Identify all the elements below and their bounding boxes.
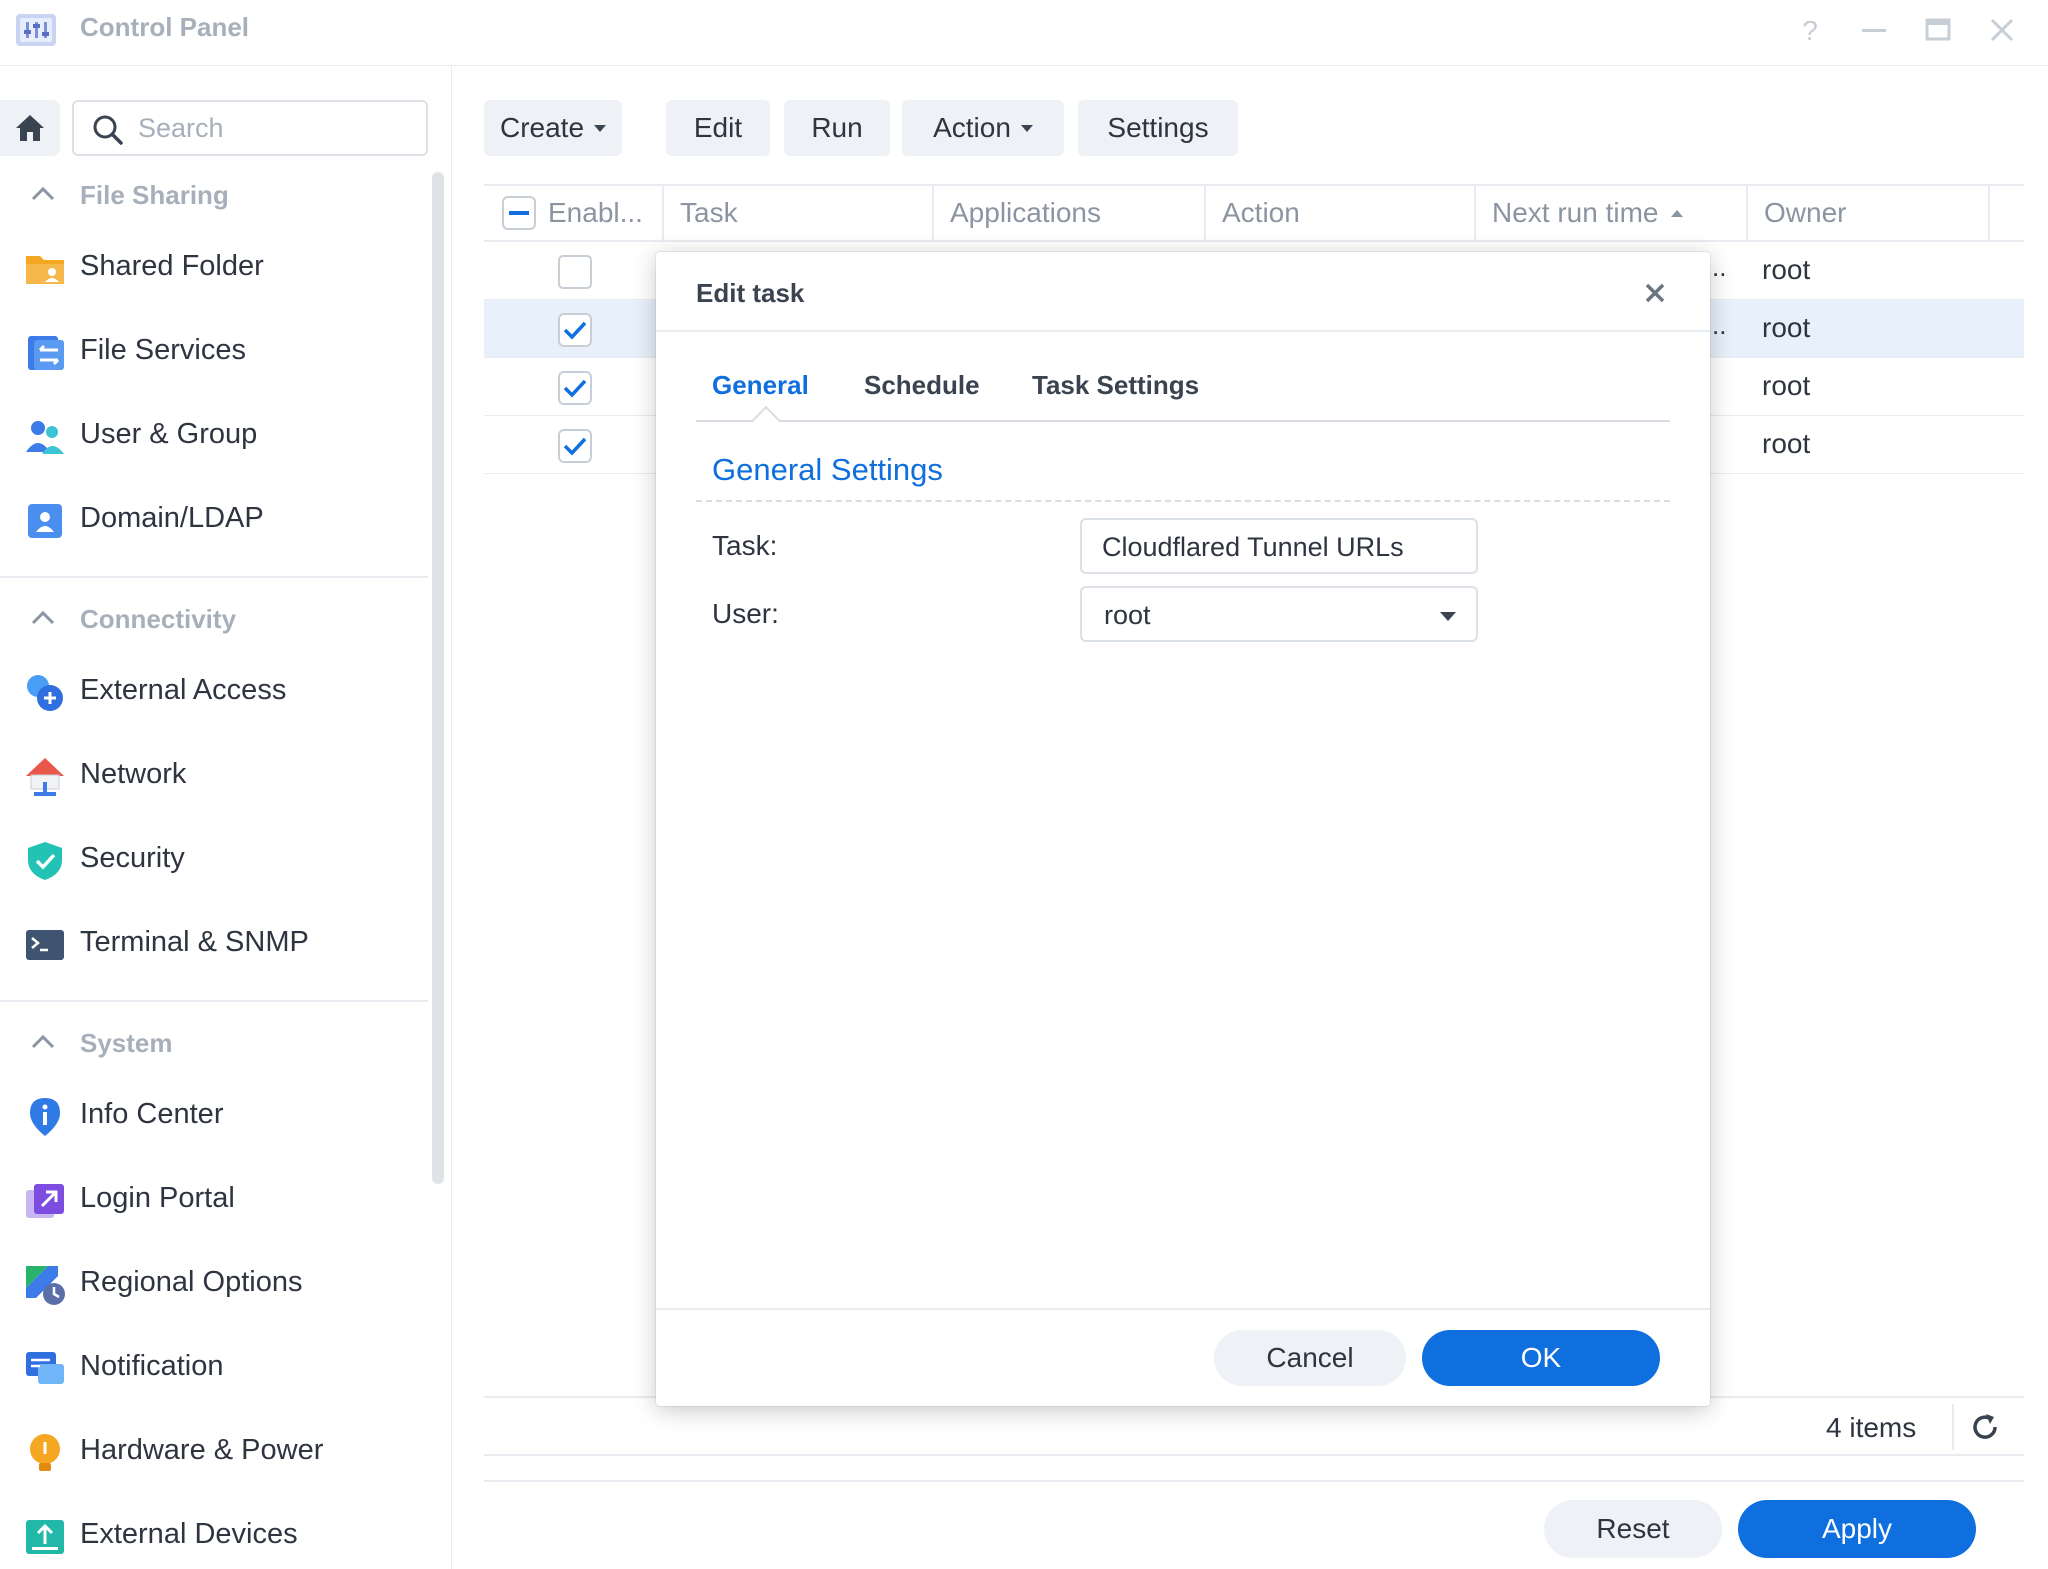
tab-general[interactable]: General xyxy=(712,370,809,401)
row-checkbox-checked[interactable] xyxy=(558,313,592,347)
sidebar-item-shared-folder[interactable]: Shared Folder xyxy=(0,230,430,306)
task-field[interactable] xyxy=(1080,518,1478,574)
close-icon[interactable] xyxy=(1640,278,1670,308)
search-input[interactable] xyxy=(138,112,408,144)
tab-schedule[interactable]: Schedule xyxy=(864,370,980,401)
row-checkbox[interactable] xyxy=(558,255,592,289)
sidebar-item-security[interactable]: Security xyxy=(0,822,430,898)
group-header-file-sharing[interactable]: File Sharing xyxy=(0,166,430,226)
control-panel-icon xyxy=(16,14,56,46)
sidebar-item-info-center[interactable]: Info Center xyxy=(0,1078,430,1154)
file-services-icon xyxy=(28,336,64,370)
caret-down-icon xyxy=(594,124,607,132)
task-label: Task: xyxy=(712,530,778,561)
group-divider xyxy=(0,576,428,578)
dialog-title: Edit task xyxy=(696,278,805,308)
col-applications[interactable]: Applications xyxy=(934,186,1206,240)
login-portal-icon xyxy=(26,1184,64,1218)
apply-button[interactable]: Apply xyxy=(1738,1500,1976,1558)
col-enabled[interactable]: Enabl... xyxy=(484,186,664,240)
user-select[interactable]: root xyxy=(1080,586,1478,642)
ok-button[interactable]: OK xyxy=(1422,1330,1660,1386)
edit-task-dialog: Edit task General Schedule Task Settings… xyxy=(656,252,1710,1406)
edit-button[interactable]: Edit xyxy=(666,100,770,156)
maximize-icon[interactable] xyxy=(1918,10,1958,50)
title-bar: Control Panel ? xyxy=(0,0,2048,66)
close-icon[interactable] xyxy=(1982,10,2022,50)
info-center-icon xyxy=(30,1098,60,1136)
row-checkbox-checked[interactable] xyxy=(558,429,592,463)
col-owner[interactable]: Owner xyxy=(1748,186,1990,240)
terminal-icon xyxy=(26,930,64,960)
group-header-system[interactable]: System xyxy=(0,1014,430,1074)
sidebar-item-network[interactable]: Network xyxy=(0,738,430,814)
hardware-power-icon xyxy=(30,1434,60,1471)
minimize-icon[interactable] xyxy=(1854,10,1894,50)
sidebar-item-domain-ldap[interactable]: Domain/LDAP xyxy=(0,482,430,558)
dialog-footer-divider xyxy=(656,1308,1710,1310)
dialog-header-divider xyxy=(656,330,1710,332)
select-all-checkbox[interactable] xyxy=(502,196,536,230)
external-access-icon xyxy=(27,675,63,711)
sort-ascending-icon xyxy=(1670,210,1683,217)
run-button[interactable]: Run xyxy=(784,100,890,156)
task-input[interactable] xyxy=(1102,530,1462,564)
search-box[interactable] xyxy=(72,100,428,156)
help-icon[interactable]: ? xyxy=(1790,10,1830,50)
create-button[interactable]: Create xyxy=(484,100,622,156)
sidebar-item-external-devices[interactable]: External Devices xyxy=(0,1498,430,1569)
chevron-up-icon xyxy=(31,186,55,201)
domain-ldap-icon xyxy=(28,504,62,538)
sidebar-item-login-portal[interactable]: Login Portal xyxy=(0,1162,430,1238)
caret-down-icon xyxy=(1440,612,1456,621)
section-title: General Settings xyxy=(712,452,943,487)
cancel-button[interactable]: Cancel xyxy=(1214,1330,1406,1386)
separator xyxy=(1952,1404,1954,1450)
chevron-up-icon xyxy=(31,610,55,625)
external-devices-icon xyxy=(26,1520,64,1554)
notification-icon xyxy=(26,1352,64,1384)
sidebar: File Sharing Shared Folder File Services… xyxy=(0,66,452,1569)
col-action[interactable]: Action xyxy=(1206,186,1476,240)
shared-folder-icon xyxy=(26,256,64,284)
sidebar-item-hardware-power[interactable]: Hardware & Power xyxy=(0,1414,430,1490)
grid-bottom-divider xyxy=(484,1454,2024,1456)
user-label: User: xyxy=(712,598,779,629)
refresh-icon[interactable] xyxy=(1968,1410,2002,1444)
window-title: Control Panel xyxy=(80,12,250,42)
chevron-up-icon xyxy=(31,1034,55,1049)
home-icon xyxy=(16,115,44,141)
search-icon xyxy=(93,115,123,145)
section-divider xyxy=(696,500,1670,502)
sidebar-item-regional-options[interactable]: Regional Options xyxy=(0,1246,430,1322)
caret-down-icon xyxy=(1020,124,1033,132)
tabs-divider xyxy=(696,420,1670,422)
group-header-connectivity[interactable]: Connectivity xyxy=(0,590,430,650)
tab-task-settings[interactable]: Task Settings xyxy=(1032,370,1199,401)
settings-button[interactable]: Settings xyxy=(1078,100,1238,156)
active-tab-indicator xyxy=(751,405,781,435)
home-button[interactable] xyxy=(0,100,60,156)
sidebar-item-file-services[interactable]: File Services xyxy=(0,314,430,390)
security-shield-icon xyxy=(28,842,62,880)
col-next-run-time[interactable]: Next run time xyxy=(1476,186,1748,240)
reset-button[interactable]: Reset xyxy=(1544,1500,1722,1558)
sidebar-item-external-access[interactable]: External Access xyxy=(0,654,430,730)
page-footer-divider xyxy=(484,1480,2024,1482)
grid-header: Enabl... Task Applications Action Next r… xyxy=(484,184,2024,242)
network-icon xyxy=(26,758,64,796)
sidebar-item-notification[interactable]: Notification xyxy=(0,1330,430,1406)
sidebar-item-user-group[interactable]: User & Group xyxy=(0,398,430,474)
sidebar-item-terminal-snmp[interactable]: Terminal & SNMP xyxy=(0,906,430,982)
col-task[interactable]: Task xyxy=(664,186,934,240)
row-checkbox-checked[interactable] xyxy=(558,371,592,405)
regional-options-icon xyxy=(26,1266,65,1305)
user-group-icon xyxy=(26,421,64,454)
action-button[interactable]: Action xyxy=(902,100,1064,156)
svg-text:?: ? xyxy=(1802,15,1818,46)
items-count: 4 items xyxy=(1826,1412,1917,1443)
group-divider xyxy=(0,1000,428,1002)
sidebar-scrollbar[interactable] xyxy=(432,172,444,1184)
user-select-value: root xyxy=(1104,600,1151,630)
